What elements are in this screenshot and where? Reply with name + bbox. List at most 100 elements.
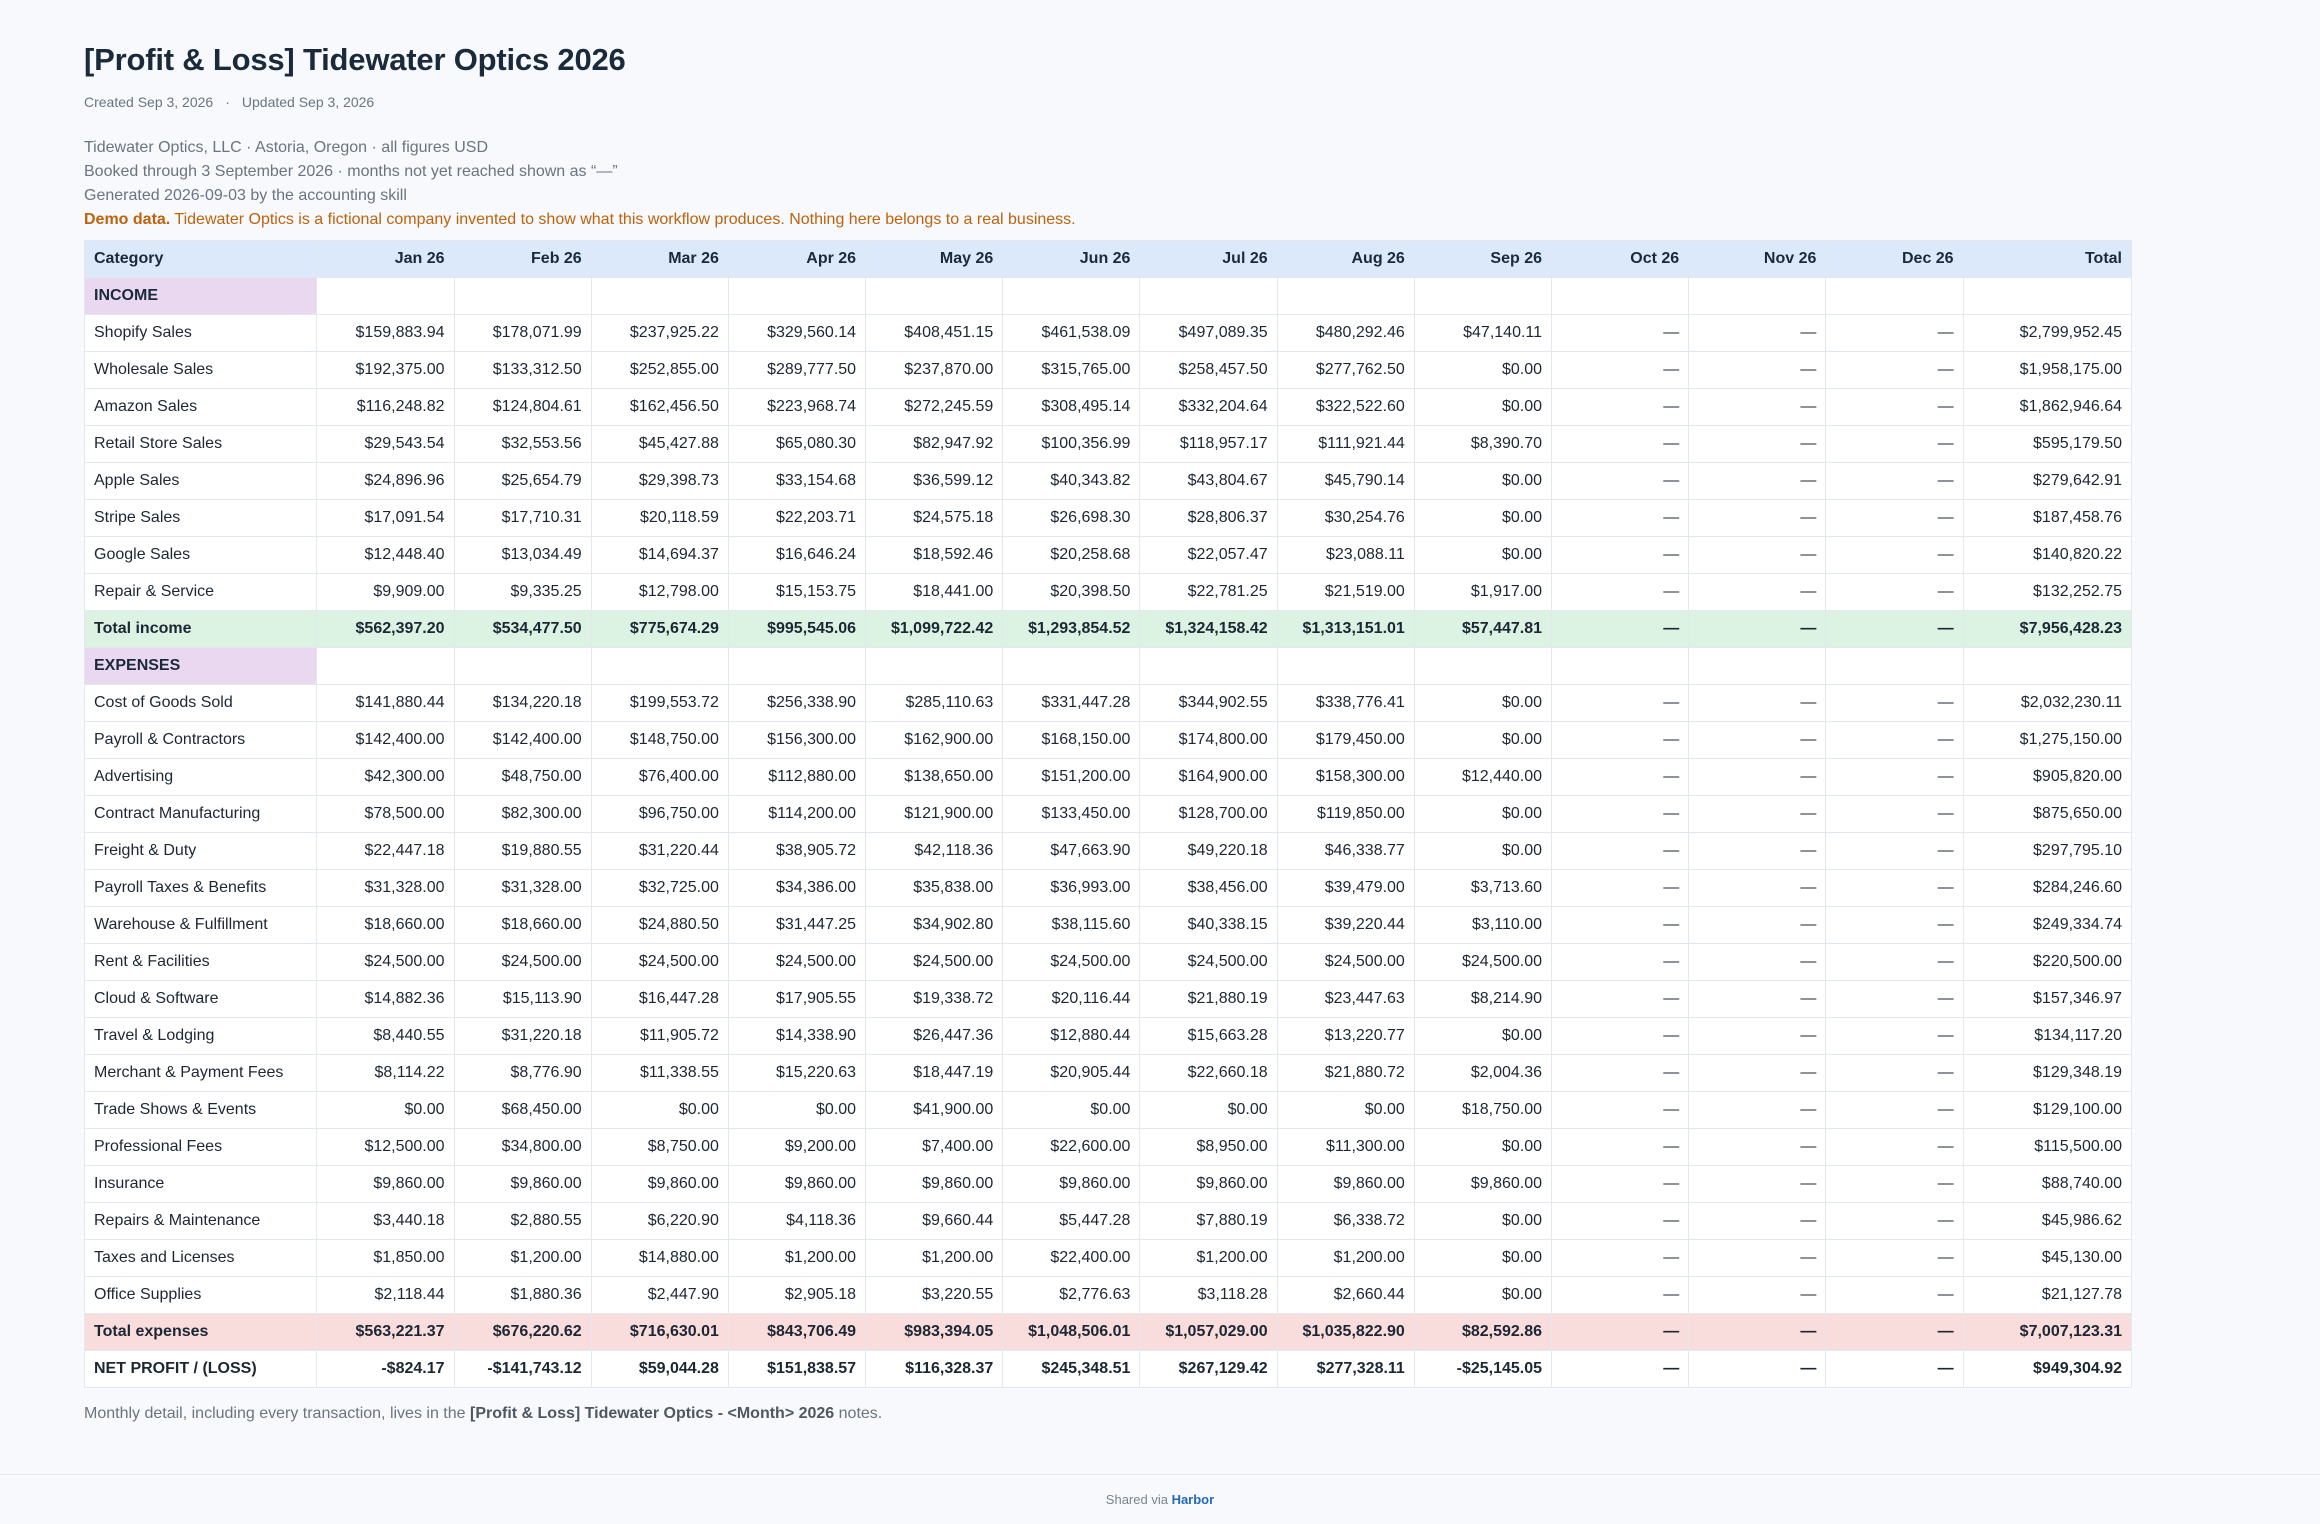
month-cell: $12,500.00 (316, 1128, 455, 1166)
month-cell: $29,398.73 (590, 462, 729, 500)
month-cell: $24,500.00 (316, 943, 455, 981)
month-cell: — (1688, 1239, 1827, 1277)
month-cell: — (1551, 499, 1690, 537)
month-cell: $3,713.60 (1413, 869, 1553, 907)
row-label: Professional Fees (83, 1128, 318, 1166)
row-total-cell: $140,820.22 (1962, 536, 2133, 574)
empty-cell (1688, 277, 1827, 315)
month-cell: $121,900.00 (865, 795, 1004, 833)
month-cell: $41,900.00 (865, 1091, 1004, 1129)
month-cell: $21,880.72 (1276, 1054, 1415, 1092)
month-cell: $31,447.25 (727, 906, 867, 944)
month-cell: $1,048,506.01 (1002, 1313, 1141, 1351)
row-label: Office Supplies (83, 1276, 318, 1314)
column-header: Dec 26 (1825, 240, 1964, 278)
month-cell: $31,220.18 (453, 1017, 592, 1055)
column-header: Oct 26 (1551, 240, 1690, 278)
month-cell: $162,456.50 (590, 388, 729, 426)
month-cell: $22,203.71 (727, 499, 867, 537)
harbor-link[interactable]: Harbor (1172, 1492, 1215, 1507)
month-cell: $45,427.88 (590, 425, 729, 463)
month-cell: $534,477.50 (453, 610, 592, 648)
row-total-cell: $45,130.00 (1962, 1239, 2133, 1277)
row-total-cell: $45,986.62 (1962, 1202, 2133, 1240)
month-cell: — (1551, 573, 1690, 611)
month-cell: $0.00 (1413, 388, 1553, 426)
expense-row: Payroll & Contractors $142,400.00 $142,400… (83, 721, 2133, 759)
month-cell: $3,118.28 (1139, 1276, 1278, 1314)
share-footer: Shared via Harbor (0, 1474, 2320, 1524)
month-cell: $31,328.00 (453, 869, 592, 907)
month-cell: — (1551, 314, 1690, 352)
month-cell: $42,300.00 (316, 758, 455, 796)
row-label: Total expenses (83, 1313, 318, 1351)
row-total-cell: $129,100.00 (1962, 1091, 2133, 1129)
month-cell: $18,660.00 (453, 906, 592, 944)
column-header: Feb 26 (453, 240, 592, 278)
income-section-row: INCOME (83, 277, 2133, 315)
month-cell: — (1825, 499, 1964, 537)
expense-row: Advertising $42,300.00 $48,750.00 $76,400.0… (83, 758, 2133, 796)
month-cell: $8,750.00 (590, 1128, 729, 1166)
expense-row: Travel & Lodging $8,440.55 $31,220.18 $11,9… (83, 1017, 2133, 1055)
row-total-cell: $115,500.00 (1962, 1128, 2133, 1166)
month-cell: — (1825, 610, 1964, 648)
month-cell: $7,880.19 (1139, 1202, 1278, 1240)
month-cell: $9,860.00 (590, 1165, 729, 1203)
month-cell: — (1825, 351, 1964, 389)
row-total-cell: $220,500.00 (1962, 943, 2133, 981)
row-label: Contract Manufacturing (83, 795, 318, 833)
month-cell: — (1688, 943, 1827, 981)
column-header: May 26 (865, 240, 1004, 278)
month-cell: $1,035,822.90 (1276, 1313, 1415, 1351)
month-cell: — (1688, 795, 1827, 833)
empty-cell (316, 647, 455, 685)
row-label: Repair & Service (83, 573, 318, 611)
month-cell: $1,200.00 (1276, 1239, 1415, 1277)
row-label: Retail Store Sales (83, 425, 318, 463)
month-cell: $0.00 (727, 1091, 867, 1129)
expense-row: Insurance $9,860.00 $9,860.00 $9,860.00 $9,8… (83, 1165, 2133, 1203)
month-cell: $329,560.14 (727, 314, 867, 352)
empty-cell (1139, 647, 1278, 685)
month-cell: -$141,743.12 (453, 1350, 592, 1388)
expense-row: Cloud & Software $14,882.36 $15,113.90 $16,… (83, 980, 2133, 1018)
month-cell: $12,798.00 (590, 573, 729, 611)
month-cell: $119,850.00 (1276, 795, 1415, 833)
expense-row: Merchant & Payment Fees $8,114.22 $8,776.9… (83, 1054, 2133, 1092)
empty-cell (1139, 277, 1278, 315)
month-cell: — (1825, 980, 1964, 1018)
month-cell: — (1688, 536, 1827, 574)
month-cell: $24,500.00 (865, 943, 1004, 981)
empty-cell (1688, 647, 1827, 685)
empty-cell (1276, 277, 1415, 315)
month-cell: $223,968.74 (727, 388, 867, 426)
row-total-cell: $1,958,175.00 (1962, 351, 2133, 389)
row-total-cell: $21,127.78 (1962, 1276, 2133, 1314)
month-cell: $114,200.00 (727, 795, 867, 833)
month-cell: $0.00 (1413, 1017, 1553, 1055)
month-cell: — (1551, 1128, 1690, 1166)
month-cell: $133,450.00 (1002, 795, 1141, 833)
month-cell: — (1551, 943, 1690, 981)
month-cell: $19,880.55 (453, 832, 592, 870)
expenses-section-row: EXPENSES (83, 647, 2133, 685)
month-cell: $289,777.50 (727, 351, 867, 389)
month-cell: $96,750.00 (590, 795, 729, 833)
expense-row: Cost of Goods Sold $141,880.44 $134,220.18… (83, 684, 2133, 722)
month-cell: — (1551, 832, 1690, 870)
month-cell: $65,080.30 (727, 425, 867, 463)
month-cell: $0.00 (1413, 684, 1553, 722)
month-cell: $14,880.00 (590, 1239, 729, 1277)
month-cell: $1,850.00 (316, 1239, 455, 1277)
month-cell: $49,220.18 (1139, 832, 1278, 870)
empty-cell (1276, 647, 1415, 685)
row-total-cell: $595,179.50 (1962, 425, 2133, 463)
month-cell: — (1551, 1276, 1690, 1314)
empty-cell (727, 647, 867, 685)
row-total-cell: $875,650.00 (1962, 795, 2133, 833)
income-row: Shopify Sales $159,883.94 $178,071.99 $237,… (83, 314, 2133, 352)
month-cell: $34,386.00 (727, 869, 867, 907)
month-cell: $39,479.00 (1276, 869, 1415, 907)
column-header: Jul 26 (1139, 240, 1278, 278)
